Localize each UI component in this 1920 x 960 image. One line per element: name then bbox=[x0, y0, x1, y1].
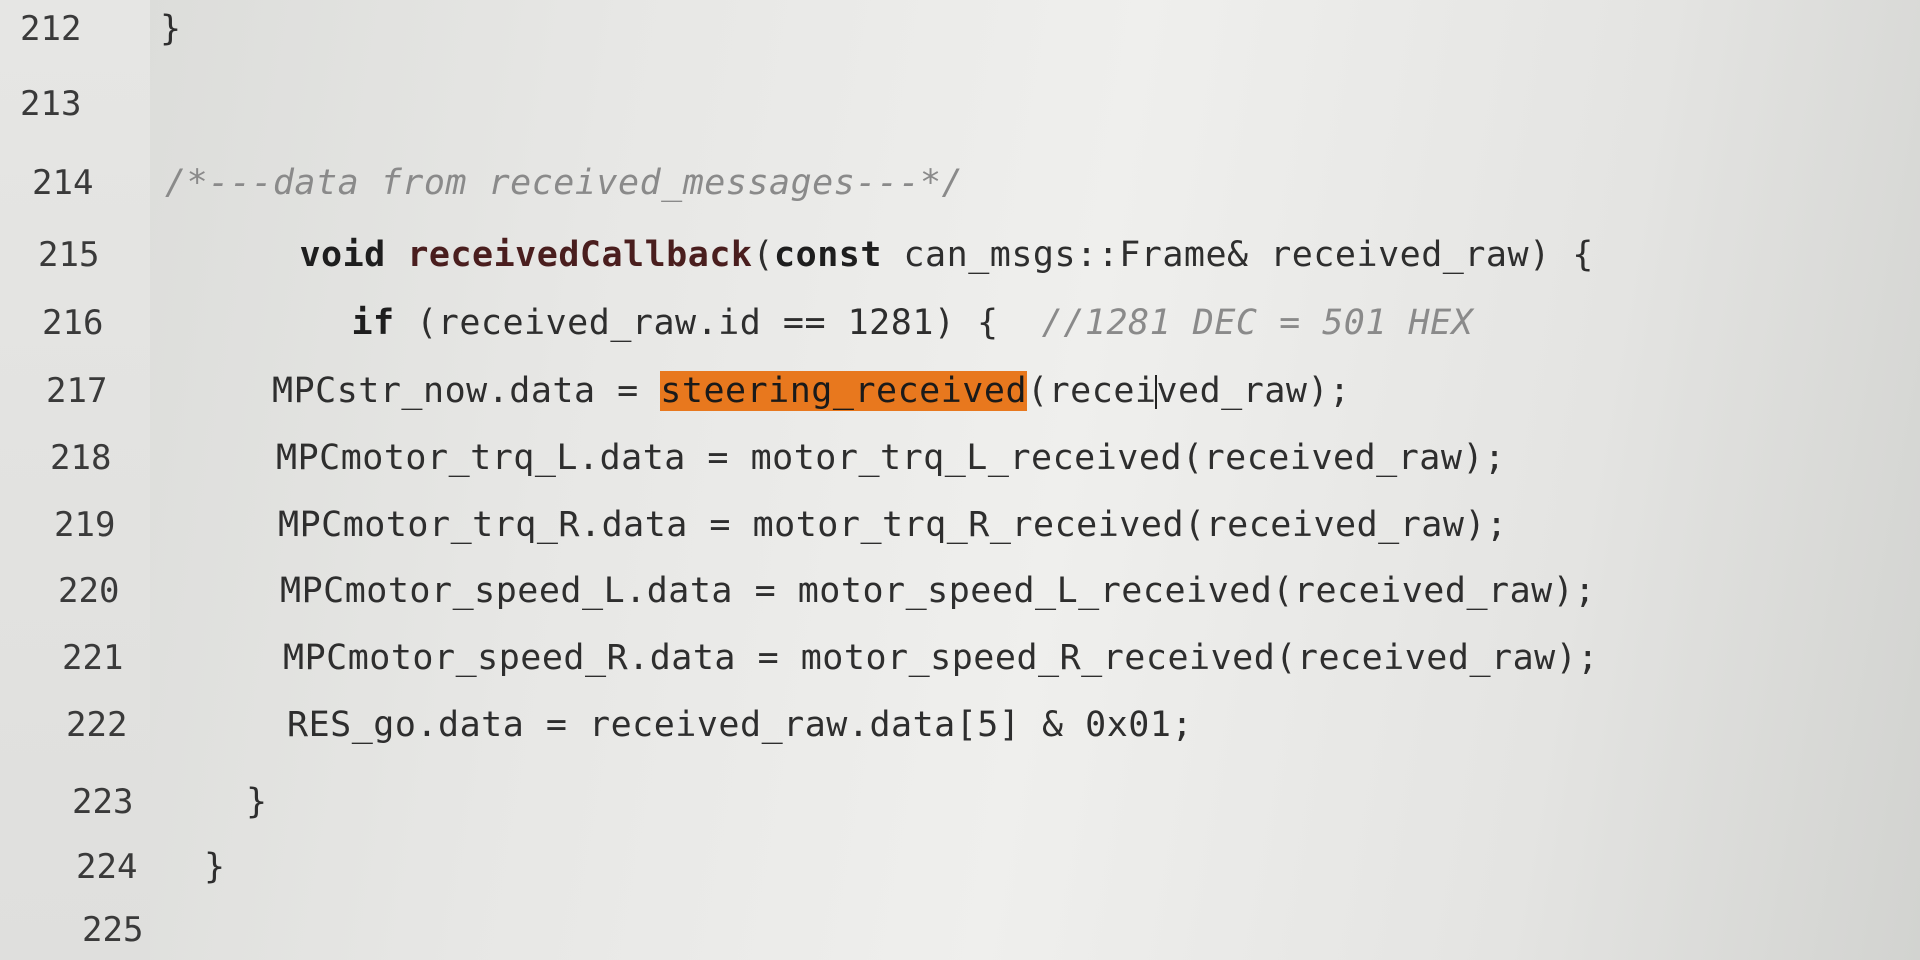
code-line[interactable]: 220 MPCmotor_speed_L.data = motor_speed_… bbox=[0, 558, 1920, 624]
line-text: MPCmotor_speed_L.data = motor_speed_L_re… bbox=[280, 571, 1596, 611]
if-condition: (received_raw.id == 1281) { bbox=[416, 303, 999, 343]
search-highlight[interactable]: steering_received bbox=[660, 371, 1028, 411]
call-args-end: ved_raw); bbox=[1156, 371, 1351, 411]
line-text: MPCmotor_trq_L.data = motor_trq_L_receiv… bbox=[276, 438, 1506, 478]
line-number: 219 bbox=[54, 505, 116, 545]
code-line[interactable]: 224 } bbox=[0, 834, 1920, 900]
code-line[interactable]: 219 MPCmotor_trq_R.data = motor_trq_R_re… bbox=[0, 492, 1920, 558]
line-number: 217 bbox=[46, 371, 108, 411]
line-number: 222 bbox=[66, 705, 128, 745]
call-args-start: (recei bbox=[1027, 371, 1157, 411]
code-editor[interactable]: 212 } 213 214 /*---data from received_me… bbox=[0, 0, 1920, 960]
code-line[interactable]: 222 RES_go.data = received_raw.data[5] &… bbox=[0, 692, 1920, 758]
assignment-target: MPCstr_now.data = bbox=[272, 371, 661, 411]
line-number: 216 bbox=[42, 303, 104, 343]
line-text: MPCmotor_trq_R.data = motor_trq_R_receiv… bbox=[278, 505, 1508, 545]
code-line[interactable]: 213 bbox=[0, 71, 1920, 137]
line-number: 224 bbox=[76, 847, 138, 887]
line-text: } bbox=[160, 9, 182, 49]
line-number: 220 bbox=[58, 571, 120, 611]
line-number: 218 bbox=[50, 438, 112, 478]
line-number: 225 bbox=[82, 910, 144, 950]
code-line[interactable]: 223 } bbox=[0, 769, 1920, 835]
code-line[interactable]: 221 MPCmotor_speed_R.data = motor_speed_… bbox=[0, 625, 1920, 691]
line-text: RES_go.data = received_raw.data[5] & 0x0… bbox=[287, 705, 1194, 745]
line-number: 213 bbox=[20, 84, 82, 124]
code-line[interactable]: 218 MPCmotor_trq_L.data = motor_trq_L_re… bbox=[0, 425, 1920, 491]
line-text: MPCmotor_speed_R.data = motor_speed_R_re… bbox=[283, 638, 1599, 678]
code-line[interactable]: 217 MPCstr_now.data = steering_received(… bbox=[0, 358, 1920, 424]
line-number: 221 bbox=[62, 638, 124, 678]
keyword-if: if bbox=[351, 303, 395, 343]
closing-brace: } bbox=[204, 847, 226, 887]
inline-comment: //1281 DEC = 501 HEX bbox=[1041, 303, 1474, 343]
code-line[interactable]: 212 } bbox=[0, 0, 1920, 62]
closing-brace: } bbox=[246, 782, 268, 822]
line-number: 223 bbox=[72, 782, 134, 822]
line-number: 212 bbox=[20, 9, 82, 49]
line-number: 215 bbox=[38, 235, 100, 275]
line-number: 214 bbox=[32, 163, 94, 203]
code-line[interactable]: 216 if (received_raw.id == 1281) { //128… bbox=[0, 290, 1920, 356]
code-line[interactable]: 225 bbox=[0, 897, 1920, 960]
